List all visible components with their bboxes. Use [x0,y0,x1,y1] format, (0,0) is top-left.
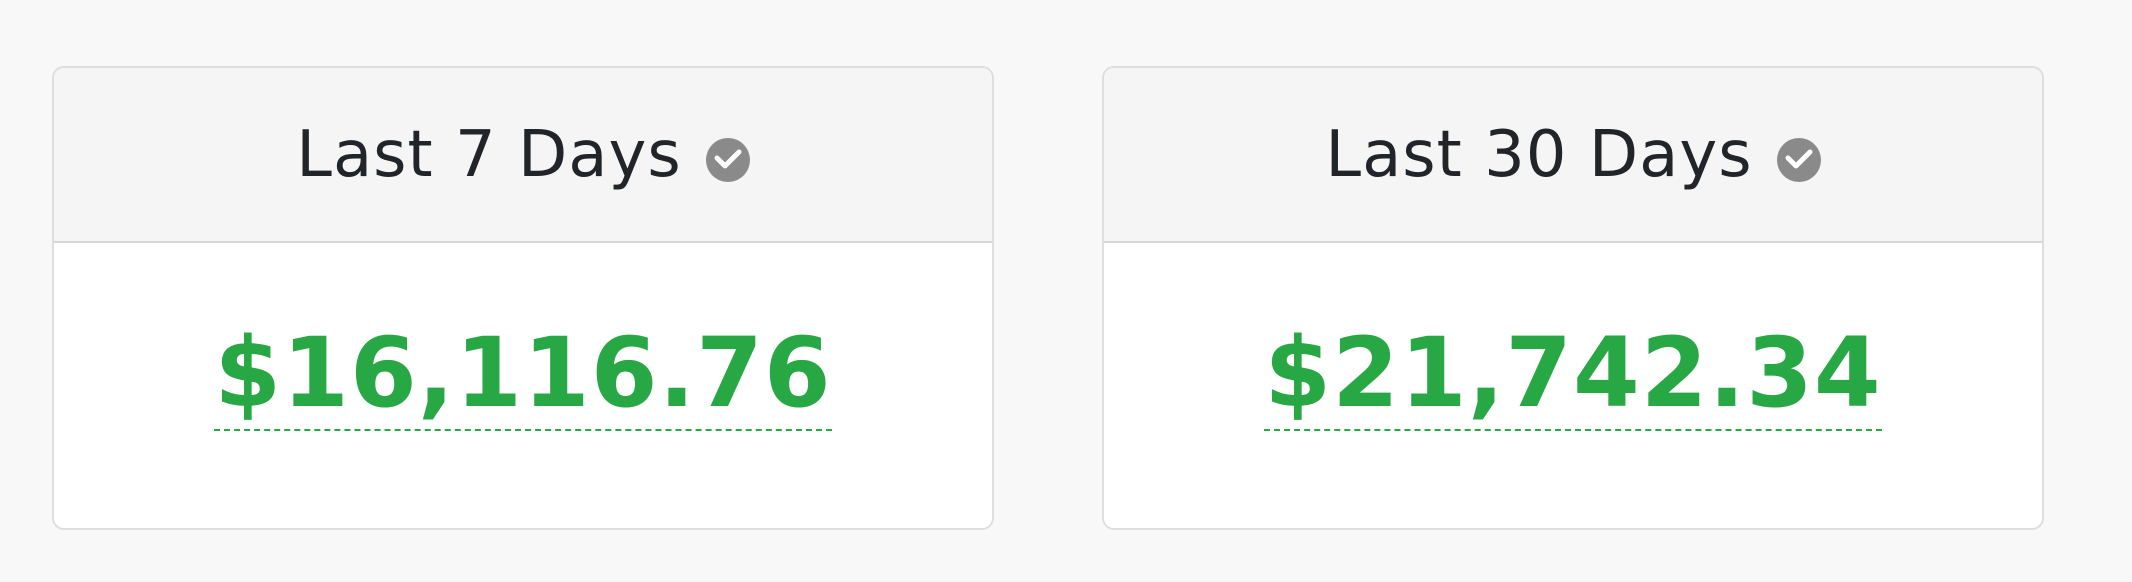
stat-card-last-30-days: Last 30 Days $21,742.34 [1102,66,2044,530]
period-title: Last 7 Days [296,117,682,192]
card-body: $16,116.76 [54,243,992,528]
stat-card-last-7-days: Last 7 Days $16,116.76 [52,66,994,530]
period-title: Last 30 Days [1325,117,1753,192]
revenue-amount[interactable]: $21,742.34 [1264,325,1882,431]
card-body: $21,742.34 [1104,243,2042,528]
chevron-down-icon[interactable] [705,137,750,182]
chevron-down-icon[interactable] [1776,137,1821,182]
period-dropdown-toggle[interactable]: Last 30 Days [1104,68,2042,243]
period-dropdown-toggle[interactable]: Last 7 Days [54,68,992,243]
revenue-amount[interactable]: $16,116.76 [214,325,832,431]
